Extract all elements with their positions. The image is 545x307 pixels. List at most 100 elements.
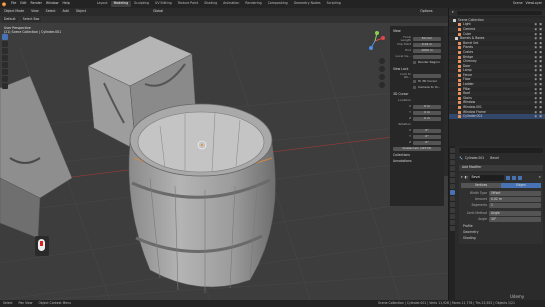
limit-method-dropdown[interactable]: Angle <box>489 211 541 216</box>
tool-tab-icon[interactable] <box>449 148 455 153</box>
eye-icon[interactable]: ◉ <box>534 69 537 72</box>
data-tab-icon[interactable] <box>449 214 455 219</box>
loc-z-field[interactable]: 0 m <box>413 117 441 122</box>
amount-field[interactable]: 0.02 m <box>489 197 541 202</box>
eye-icon[interactable]: ◉ <box>534 46 537 49</box>
3d-cursor-header[interactable]: 3D Cursor <box>393 93 441 96</box>
local-camera-field[interactable] <box>413 54 441 59</box>
menu-edit[interactable]: Edit <box>18 2 28 5</box>
outliner-row[interactable]: Cylinder.001 ◉ ▣ <box>449 114 545 120</box>
camera-icon[interactable]: ▣ <box>539 82 542 86</box>
constraints-tab-icon[interactable] <box>449 208 455 213</box>
annotations-header[interactable]: Annotations <box>393 160 441 163</box>
tab-rendering[interactable]: Rendering <box>242 1 264 6</box>
profile-section[interactable]: Profile <box>463 224 541 228</box>
eye-icon[interactable]: ◉ <box>534 23 537 26</box>
camera-icon[interactable]: ▣ <box>539 37 542 40</box>
scene-name[interactable]: Scene <box>513 2 523 5</box>
render-region-checkbox[interactable]: Render Region <box>413 60 441 65</box>
lock-3d-cursor-box[interactable] <box>413 80 416 84</box>
camera-to-view-box[interactable] <box>413 86 416 90</box>
camera-icon[interactable]: ▣ <box>539 27 542 31</box>
camera-icon[interactable]: ▣ <box>539 23 542 26</box>
camera-view-icon[interactable] <box>379 74 385 80</box>
mode-dropdown[interactable]: Object Mode <box>2 9 27 15</box>
tab-animation[interactable]: Animation <box>220 1 242 6</box>
segments-field[interactable]: 1 <box>489 203 541 208</box>
menu-object[interactable]: Object <box>73 9 89 15</box>
camera-icon[interactable]: ▣ <box>539 105 542 109</box>
collapse-chevron-icon[interactable]: ▾ <box>461 176 463 179</box>
transform-tool-icon[interactable] <box>2 69 8 75</box>
output-tab-icon[interactable] <box>449 160 455 165</box>
object-tab-icon[interactable] <box>449 184 455 189</box>
camera-icon[interactable]: ▣ <box>539 69 542 72</box>
drag-dropdown[interactable]: Select Box <box>20 16 42 23</box>
width-type-dropdown[interactable]: Offset <box>489 191 541 196</box>
rot-z-field[interactable]: 0° <box>413 141 441 146</box>
camera-icon[interactable]: ▣ <box>539 59 542 63</box>
rot-x-field[interactable]: 0° <box>413 129 441 134</box>
clip-start-field[interactable]: 0.01 m <box>413 42 441 47</box>
sidebar-tabs[interactable] <box>444 26 448 176</box>
tab-sculpting[interactable]: Sculpting <box>131 1 152 6</box>
lock-3d-cursor-checkbox[interactable]: To 3D Cursor <box>413 79 441 84</box>
tab-compositing[interactable]: Compositing <box>265 1 291 6</box>
eye-icon[interactable]: ◉ <box>534 115 537 118</box>
outliner-search-input[interactable] <box>456 11 542 15</box>
geometry-section[interactable]: Geometry <box>463 230 541 234</box>
camera-icon[interactable]: ▣ <box>539 115 542 118</box>
eye-icon[interactable]: ◉ <box>534 27 537 31</box>
perspective-toggle-icon[interactable] <box>379 82 385 88</box>
scale-tool-icon[interactable] <box>2 62 8 68</box>
rotate-tool-icon[interactable] <box>2 55 8 61</box>
tab-uv-editing[interactable]: UV Editing <box>152 1 175 6</box>
eye-icon[interactable]: ◉ <box>534 37 537 40</box>
menu-add[interactable]: Add <box>60 9 71 15</box>
select-tool-icon[interactable] <box>2 34 8 40</box>
outliner-filter-icon[interactable]: ▾ <box>452 11 454 14</box>
camera-icon[interactable]: ▣ <box>539 50 542 54</box>
menu-view[interactable]: View <box>29 9 41 15</box>
annotate-tool-icon[interactable] <box>2 76 8 82</box>
focal-length-field[interactable]: 50 mm <box>413 36 441 41</box>
camera-icon[interactable]: ▣ <box>539 92 542 95</box>
render-region-box[interactable] <box>413 61 416 65</box>
vertices-option[interactable]: Vertices <box>461 183 501 188</box>
eye-icon[interactable]: ◉ <box>534 59 537 63</box>
world-tab-icon[interactable] <box>449 178 455 183</box>
view-layer-tab-icon[interactable] <box>449 166 455 171</box>
move-tool-icon[interactable] <box>2 48 8 54</box>
rot-y-field[interactable]: 0° <box>413 135 441 140</box>
tab-layout[interactable]: Layout <box>94 1 111 6</box>
edges-option[interactable]: Edges <box>501 183 541 188</box>
eye-icon[interactable]: ◉ <box>534 105 537 109</box>
pan-icon[interactable] <box>379 66 385 72</box>
camera-to-view-checkbox[interactable]: Camera to Vi... <box>413 85 441 90</box>
eye-icon[interactable]: ◉ <box>534 92 537 95</box>
clip-end-field[interactable]: 1000 m <box>413 48 441 53</box>
view-section-header[interactable]: View <box>393 29 441 33</box>
menu-select[interactable]: Select <box>43 9 58 15</box>
menu-help[interactable]: Help <box>60 2 71 5</box>
menu-file[interactable]: File <box>9 2 18 5</box>
close-icon[interactable]: ✕ <box>538 176 541 179</box>
measure-tool-icon[interactable] <box>2 83 8 89</box>
rotation-mode-dropdown[interactable]: Quaternion (WXYZ) <box>393 147 441 152</box>
eye-icon[interactable]: ◉ <box>534 82 537 86</box>
modifier-name-field[interactable]: Bevel <box>469 175 504 181</box>
cursor-tool-icon[interactable] <box>2 41 8 47</box>
tab-shading[interactable]: Shading <box>201 1 220 6</box>
menu-render[interactable]: Render <box>29 2 44 5</box>
render-toggle-icon[interactable] <box>517 176 522 180</box>
menu-window[interactable]: Window <box>44 2 61 5</box>
loc-x-field[interactable]: 0 m <box>413 105 441 110</box>
particles-tab-icon[interactable] <box>449 196 455 201</box>
pivot-dropdown[interactable]: Default <box>2 16 18 23</box>
tab-modeling[interactable]: Modeling <box>110 1 132 7</box>
render-tab-icon[interactable] <box>449 154 455 159</box>
view-layer-name[interactable]: ViewLayer <box>526 2 542 5</box>
lock-to-object-field[interactable] <box>413 73 441 78</box>
scene-tab-icon[interactable] <box>449 172 455 177</box>
texture-tab-icon[interactable] <box>449 226 455 231</box>
